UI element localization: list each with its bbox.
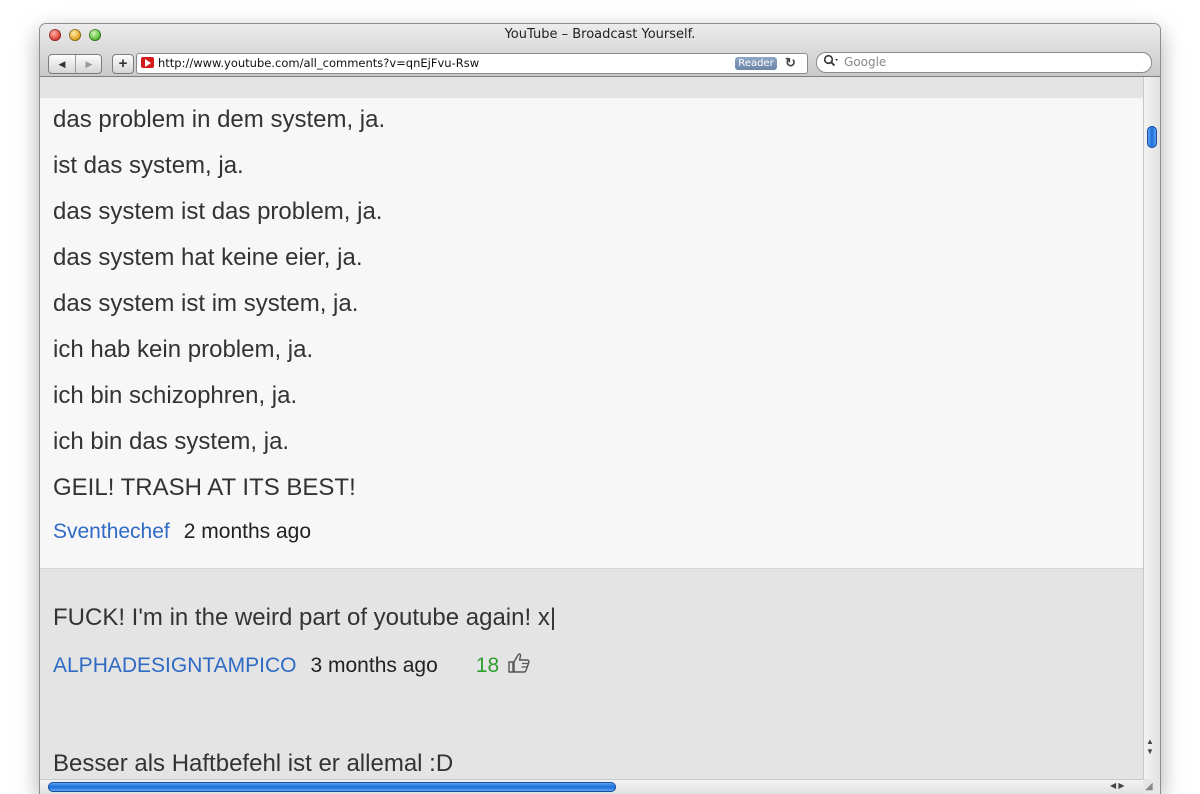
author-link[interactable]: ALPHADESIGNTAMPICO — [53, 654, 297, 677]
comments-page: das problem in dem system, ja. ist das s… — [40, 77, 1143, 779]
comment-time: 3 months ago — [310, 654, 438, 677]
comment-line: das system ist im system, ja. — [53, 290, 359, 317]
horizontal-scrollbar[interactable]: ◀ ▶ — [40, 779, 1143, 794]
comment-line: GEIL! TRASH AT ITS BEST! — [53, 474, 356, 501]
comment-card: das problem in dem system, ja. ist das s… — [40, 98, 1143, 569]
comment-line: Besser als Haftbefehl ist er allemal :D — [53, 750, 454, 777]
search-placeholder: Google — [844, 55, 887, 69]
reader-button[interactable]: Reader — [735, 57, 777, 70]
address-bar[interactable]: http://www.youtube.com/all_comments?v=qn… — [136, 53, 808, 74]
search-icon[interactable] — [823, 54, 839, 71]
add-bookmark-button[interactable]: + — [112, 54, 134, 74]
window-title: YouTube – Broadcast Yourself. — [504, 27, 696, 42]
vertical-scroll-arrows[interactable]: ▲ ▼ — [1146, 737, 1154, 757]
url-text[interactable]: http://www.youtube.com/all_comments?v=qn… — [158, 56, 479, 70]
nav-buttons: ◀ ▶ — [48, 54, 102, 74]
horizontal-scroll-thumb[interactable] — [48, 782, 616, 792]
comment-meta: ALPHADESIGNTAMPICO 3 months ago 18 — [53, 652, 531, 681]
comment-line: ich bin schizophren, ja. — [53, 382, 298, 409]
comment-line: ich hab kein problem, ja. — [53, 336, 314, 363]
comment-meta: Sventhechef 2 months ago — [53, 519, 311, 545]
comment-card: Besser als Haftbefehl ist er allemal :D — [40, 708, 1143, 779]
comment-time: 2 months ago — [183, 520, 312, 543]
forward-button[interactable]: ▶ — [76, 55, 102, 73]
resize-grip-icon[interactable]: ◢ — [1145, 781, 1159, 794]
youtube-favicon — [141, 57, 154, 68]
author-link[interactable]: Sventhechef — [53, 520, 170, 543]
comment-card: FUCK! I'm in the weird part of youtube a… — [40, 568, 1143, 708]
vertical-scroll-thumb[interactable] — [1147, 126, 1157, 148]
comment-line: das system hat keine eier, ja. — [53, 244, 363, 271]
comment-line: ist das system, ja. — [53, 152, 244, 179]
vertical-scrollbar[interactable]: ▲ ▼ — [1143, 77, 1160, 779]
back-button[interactable]: ◀ — [49, 55, 76, 73]
comment-line: das problem in dem system, ja. — [53, 106, 386, 133]
reload-icon[interactable]: ↻ — [785, 55, 796, 71]
horizontal-scroll-arrows[interactable]: ◀ ▶ — [1110, 781, 1125, 790]
comment-line: FUCK! I'm in the weird part of youtube a… — [53, 604, 557, 631]
like-count: 18 — [475, 654, 500, 677]
search-field[interactable]: Google — [816, 52, 1152, 73]
comment-line: das system ist das problem, ja. — [53, 198, 383, 225]
comment-line: ich bin das system, ja. — [53, 428, 290, 455]
thumbs-up-icon[interactable] — [507, 652, 531, 681]
browser-window: YouTube – Broadcast Yourself. ◀ ▶ + http… — [40, 24, 1160, 794]
titlebar: YouTube – Broadcast Yourself. ◀ ▶ + http… — [40, 24, 1160, 77]
